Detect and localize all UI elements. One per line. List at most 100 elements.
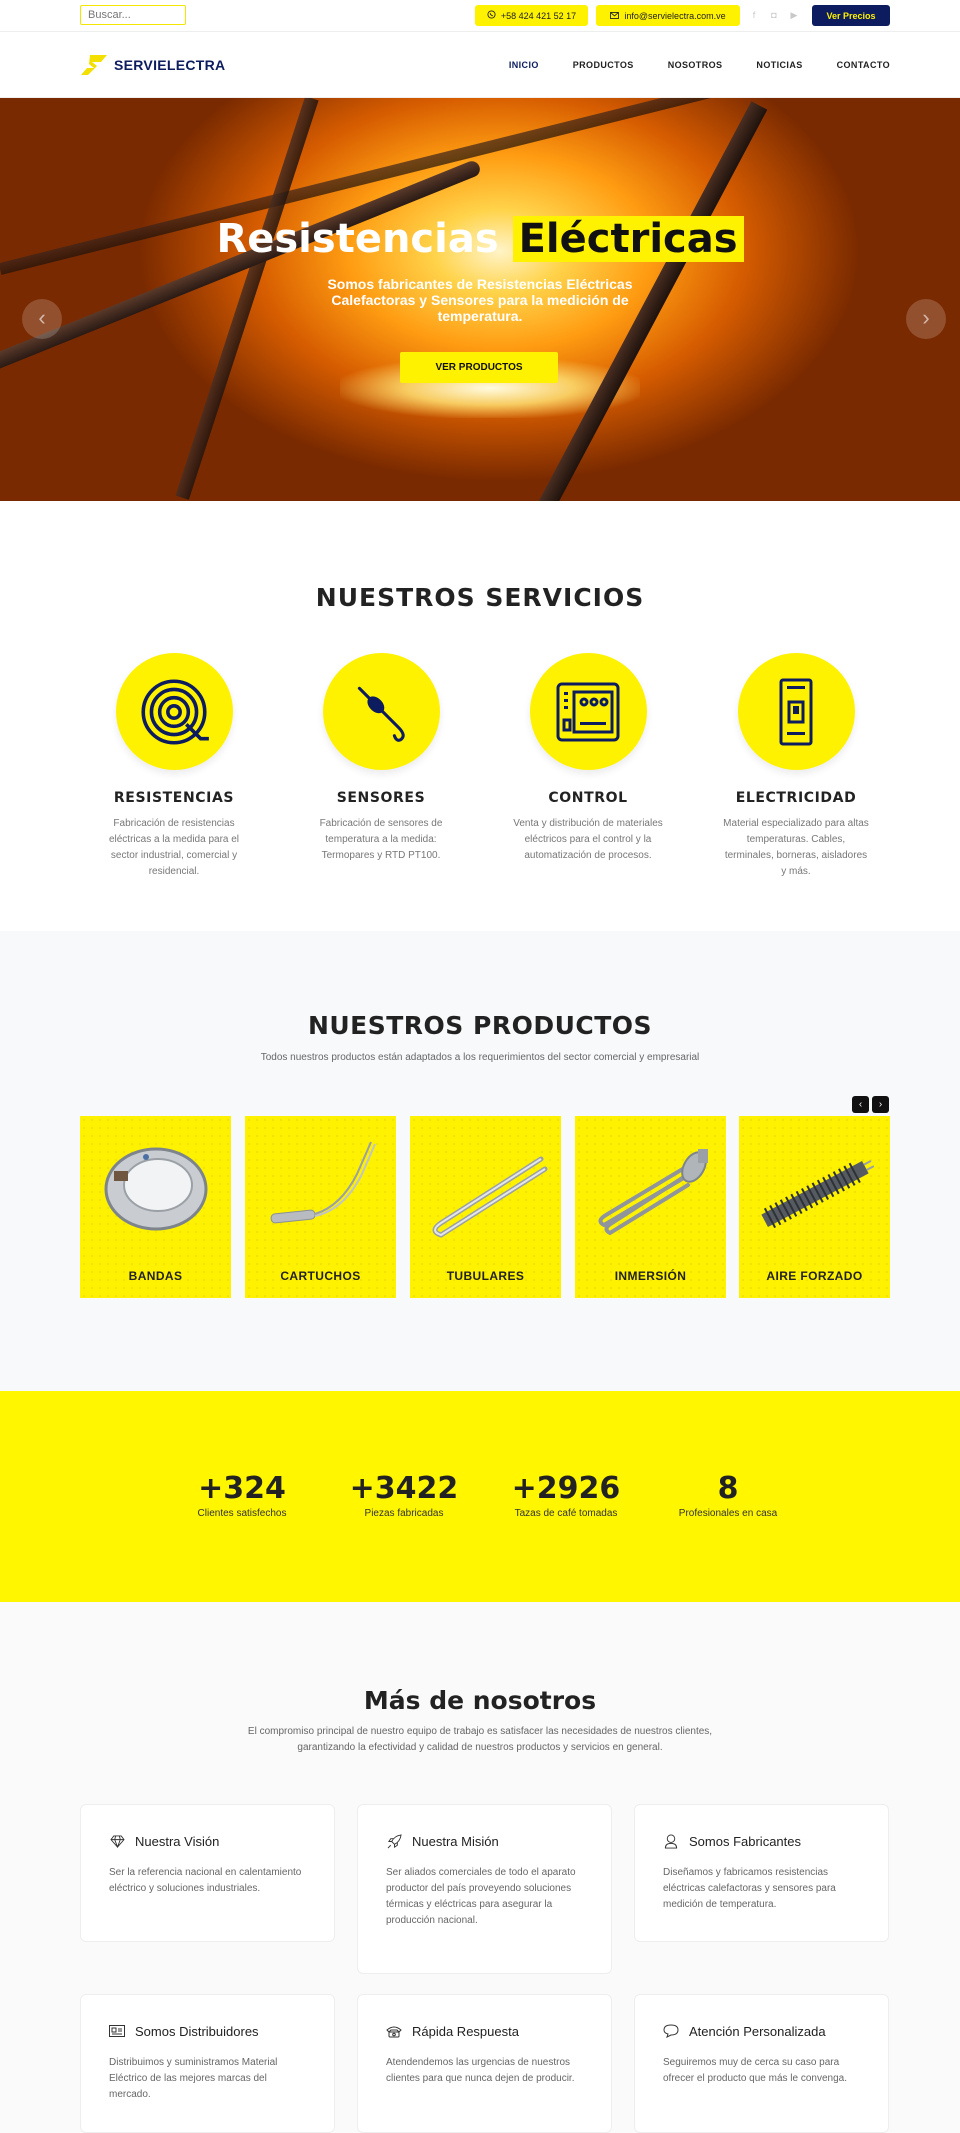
about-box-atencion: Atención Personalizada Seguiremos muy de… [634, 1994, 889, 2133]
about-box-title: Somos Distribuidores [135, 2023, 259, 2039]
nav-item-inicio[interactable]: INICIO [509, 60, 539, 70]
rocket-icon [386, 1833, 402, 1849]
service-control: CONTROL Venta y distribución de material… [513, 653, 663, 864]
telephone-icon [386, 2023, 402, 2039]
service-title: RESISTENCIAS [113, 790, 235, 806]
product-label: AIRE FORZADO [766, 1269, 863, 1283]
control-panel-icon [529, 653, 647, 770]
envelope-icon [610, 11, 620, 21]
about-box-title: Atención Personalizada [689, 2023, 826, 2039]
about-box-text: Diseñamos y fabricamos resistencias eléc… [663, 1867, 836, 1910]
service-text: Venta y distribución de materiales eléct… [513, 818, 663, 861]
instagram-icon[interactable]: ◘ [769, 10, 779, 20]
about-box-distribuidores: Somos Distribuidores Distribuimos y sumi… [80, 1994, 335, 2133]
about-box-vision: Nuestra Visión Ser la referencia naciona… [80, 1804, 335, 1942]
phone-button[interactable]: +58 424 421 52 17 [475, 5, 588, 26]
counter-clientes: +324 Clientes satisfechos [167, 1471, 317, 1519]
counter-cafe: +2926 Tazas de café tomadas [491, 1471, 641, 1519]
circuit-breaker-icon [737, 653, 855, 770]
service-resistencias: RESISTENCIAS Fabricación de resistencias… [99, 653, 249, 880]
about-box-text: Ser la referencia nacional en calentamie… [109, 1867, 302, 1894]
products-lead: Todos nuestros productos están adaptados… [260, 1052, 700, 1063]
counter-label: Profesionales en casa [678, 1508, 778, 1519]
immersion-heater-image [585, 1126, 716, 1251]
nav-item-noticias[interactable]: NOTICIAS [756, 60, 802, 70]
about-box-text: Distribuimos y suministramos Material El… [109, 2057, 278, 2100]
facebook-icon[interactable]: f [749, 10, 759, 20]
about-box-title: Nuestra Visión [135, 1833, 220, 1849]
counter-number: +3422 [349, 1471, 459, 1506]
ver-precios-button[interactable]: Ver Precios [812, 5, 890, 26]
logo[interactable]: SERVIELECTRA [80, 54, 225, 76]
about-box-fabricantes: Somos Fabricantes Diseñamos y fabricamos… [634, 1804, 889, 1942]
finned-heater-image [749, 1126, 880, 1251]
logo-mark-icon [81, 55, 107, 75]
counter-number: 8 [717, 1471, 739, 1506]
sensor-probe-icon [322, 653, 440, 770]
logo-text: SERVIELECTRA [114, 57, 226, 73]
hero-slider: Resistencias Eléctricas Somos fabricante… [0, 98, 960, 501]
id-card-icon [109, 2023, 125, 2039]
products-section: NUESTROS PRODUCTOS Todos nuestros produc… [0, 931, 960, 1391]
services-title: NUESTROS SERVICIOS [315, 583, 645, 612]
counter-label: Piezas fabricadas [364, 1508, 444, 1519]
carousel-prev-icon[interactable]: ‹ [852, 1096, 869, 1113]
nav-item-productos[interactable]: PRODUCTOS [573, 60, 634, 70]
tubular-heater-image [420, 1126, 551, 1251]
product-card-aire-forzado[interactable]: AIRE FORZADO [739, 1116, 890, 1298]
band-heater-image [90, 1126, 221, 1251]
service-text: Fabricación de resistencias eléctricas a… [108, 818, 240, 877]
about-box-respuesta: Rápida Respuesta Atendendemos las urgenc… [357, 1994, 612, 2133]
ver-productos-button[interactable]: VER PRODUCTOS [400, 352, 558, 383]
about-lead: El compromiso principal de nuestro equip… [247, 1726, 713, 1753]
search-input[interactable] [80, 5, 186, 25]
counter-label: Clientes satisfechos [197, 1508, 287, 1519]
hero-subtitle: Somos fabricantes de Resistencias Eléctr… [327, 276, 633, 324]
hero-title-highlight: Eléctricas [512, 216, 744, 262]
youtube-icon[interactable]: ▶ [789, 10, 799, 20]
about-section: Más de nosotros El compromiso principal … [0, 1602, 960, 2133]
about-box-title: Rápida Respuesta [412, 2023, 519, 2039]
hero-title-plain: Resistencias [216, 216, 499, 262]
email-button[interactable]: info@servielectra.com.ve [596, 5, 740, 26]
chat-bubble-icon [663, 2023, 679, 2039]
product-label: CARTUCHOS [280, 1269, 361, 1283]
product-card-bandas[interactable]: BANDAS [80, 1116, 231, 1298]
about-box-mision: Nuestra Misión Ser aliados comerciales d… [357, 1804, 612, 1974]
services-section: NUESTROS SERVICIOS RESISTENCIAS Fabricac… [0, 501, 960, 931]
hero-title: Resistencias Eléctricas [0, 216, 960, 262]
counter-number: +2926 [511, 1471, 621, 1506]
nav-item-nosotros[interactable]: NOSOTROS [668, 60, 723, 70]
hero-bg-rod [0, 158, 483, 384]
product-card-tubulares[interactable]: TUBULARES [410, 1116, 561, 1298]
about-box-text: Seguiremos muy de cerca su caso para ofr… [663, 2057, 847, 2084]
product-card-cartuchos[interactable]: CARTUCHOS [245, 1116, 396, 1298]
hero-bg-rod [175, 98, 319, 500]
product-label: TUBULARES [446, 1269, 525, 1283]
counter-number: +324 [198, 1471, 286, 1506]
about-box-text: Ser aliados comerciales de todo el apara… [386, 1867, 576, 1926]
product-card-inmersion[interactable]: INMERSIÓN [575, 1116, 726, 1298]
service-text: Fabricación de sensores de temperatura a… [319, 818, 443, 861]
service-electricidad: ELECTRICIDAD Material especializado para… [721, 653, 871, 880]
about-box-title: Somos Fabricantes [689, 1833, 801, 1849]
main-header: SERVIELECTRA INICIO PRODUCTOS NOSOTROS N… [0, 32, 960, 98]
counter-piezas: +3422 Piezas fabricadas [329, 1471, 479, 1519]
product-label: INMERSIÓN [614, 1269, 687, 1283]
phone-text: +58 424 421 52 17 [500, 10, 577, 21]
products-title: NUESTROS PRODUCTOS [307, 1011, 653, 1040]
service-sensores: SENSORES Fabricación de sensores de temp… [306, 653, 456, 864]
nav-item-contacto[interactable]: CONTACTO [837, 60, 890, 70]
slider-prev-icon[interactable]: ‹ [22, 299, 62, 339]
about-title: Más de nosotros [363, 1686, 597, 1715]
diamond-icon [109, 1833, 125, 1849]
counter-profesionales: 8 Profesionales en casa [653, 1471, 803, 1519]
top-bar: +58 424 421 52 17 info@servielectra.com.… [0, 0, 960, 32]
counters-section: +324 Clientes satisfechos +3422 Piezas f… [0, 1391, 960, 1602]
carousel-next-icon[interactable]: › [872, 1096, 889, 1113]
user-icon [663, 1833, 679, 1849]
product-label: BANDAS [128, 1269, 183, 1283]
resistance-coil-icon [115, 653, 233, 770]
cartridge-heater-image [255, 1126, 386, 1251]
slider-next-icon[interactable]: › [906, 299, 946, 339]
